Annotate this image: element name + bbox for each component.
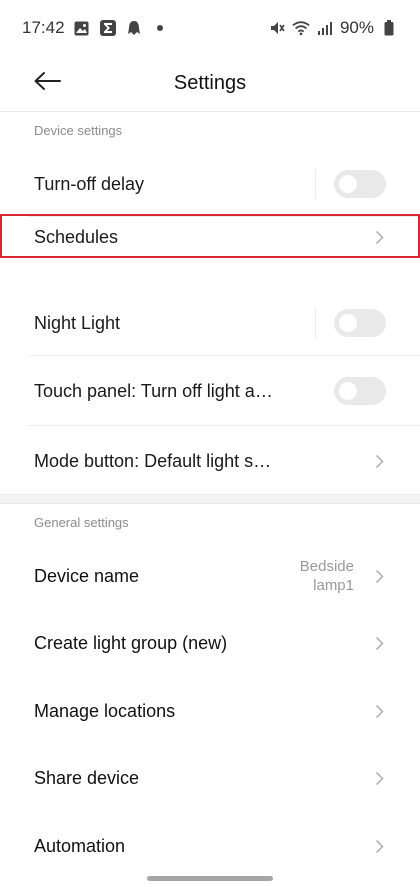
setting-label: Mode button: Default light s… — [34, 450, 272, 471]
chevron-right-icon — [372, 702, 386, 720]
setting-label: Share device — [34, 767, 140, 788]
sigma-app-icon — [99, 19, 117, 37]
setting-label: Device name — [34, 565, 140, 586]
section-label-general-settings: General settings — [34, 515, 129, 530]
ghost-icon — [125, 19, 143, 37]
mute-icon — [268, 19, 286, 37]
status-time: 17:42 — [22, 18, 65, 37]
device-name-value: Bedside lamp1 — [300, 557, 354, 595]
toggle-separator — [315, 308, 316, 338]
status-bar: 17:42 90% — [0, 0, 420, 56]
setting-label: Touch panel: Turn off light a… — [34, 380, 273, 401]
chevron-right-icon — [372, 769, 386, 787]
device-name-value-line1: Bedside — [299, 558, 354, 575]
setting-row-create-light-group[interactable]: Create light group (new) — [0, 612, 420, 674]
setting-row-night-light[interactable]: Night Light — [0, 292, 420, 354]
device-name-value-line2: lamp1 — [313, 577, 354, 594]
header: Settings — [0, 56, 420, 111]
setting-row-share-device[interactable]: Share device — [0, 747, 420, 809]
setting-row-turn-off-delay[interactable]: Turn-off delay — [0, 152, 420, 216]
chevron-right-icon — [372, 452, 386, 470]
header-divider — [0, 111, 420, 112]
chevron-right-icon — [372, 837, 386, 855]
setting-label: Automation — [34, 835, 126, 856]
dot-icon — [151, 19, 169, 37]
night-light-toggle[interactable] — [334, 309, 386, 337]
highlight-box — [0, 214, 420, 258]
turn-off-delay-toggle[interactable] — [334, 170, 386, 198]
setting-label: Turn-off delay — [34, 173, 145, 194]
chevron-right-icon — [372, 567, 386, 585]
row-divider — [28, 425, 420, 426]
back-button[interactable] — [30, 66, 64, 100]
section-label-device-settings: Device settings — [34, 123, 123, 138]
setting-label: Manage locations — [34, 700, 176, 721]
setting-row-automation[interactable]: Automation — [0, 815, 420, 877]
section-separator — [0, 494, 420, 504]
status-left: 17:42 — [22, 18, 169, 38]
setting-label: Create light group (new) — [34, 632, 228, 653]
setting-row-touch-panel[interactable]: Touch panel: Turn off light a… — [0, 360, 420, 422]
image-icon — [73, 19, 91, 37]
setting-row-mode-button[interactable]: Mode button: Default light s… — [0, 430, 420, 492]
arrow-left-icon — [33, 71, 61, 96]
row-divider — [28, 355, 420, 356]
battery-icon — [380, 19, 398, 37]
chevron-right-icon — [372, 634, 386, 652]
wifi-icon — [292, 19, 310, 37]
signal-icon — [316, 19, 334, 37]
battery-level: 90% — [339, 18, 374, 37]
page-title: Settings — [173, 72, 247, 94]
touch-panel-toggle[interactable] — [334, 377, 386, 405]
setting-row-manage-locations[interactable]: Manage locations — [0, 680, 420, 742]
status-right: 90% — [268, 18, 398, 38]
home-indicator[interactable] — [147, 876, 273, 881]
setting-row-device-name[interactable]: Device name Bedside lamp1 — [0, 545, 420, 607]
setting-label: Night Light — [34, 312, 121, 333]
toggle-separator — [315, 169, 316, 199]
